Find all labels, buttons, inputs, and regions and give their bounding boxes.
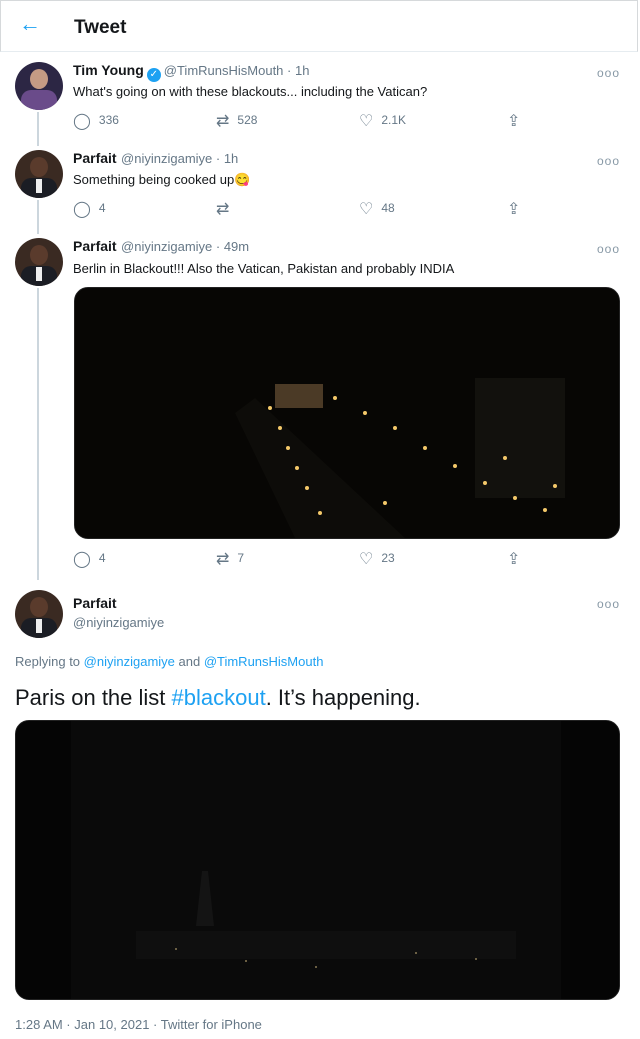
tweet-author: Parfait @niyinzigamiye · 1h [73, 150, 238, 168]
more-options-icon[interactable]: ooo [597, 154, 620, 168]
retweet-icon: ⇄ [216, 551, 230, 568]
replying-prefix: Replying to [15, 654, 84, 669]
tweet-timestamp[interactable]: 1:28 AM · Jan 10, 2021 · Twitter for iPh… [15, 1017, 262, 1032]
avatar[interactable] [15, 590, 63, 638]
photo-content [16, 721, 619, 999]
author-handle[interactable]: @TimRunsHisMouth · 1h [164, 63, 310, 78]
reply-button[interactable]: ◯ 4 [73, 199, 106, 219]
author-name[interactable]: Parfait [73, 150, 117, 166]
retweet-count: 528 [237, 113, 258, 127]
tweet-actions: ◯ 4 ⇄ ♡ 48 ⇪ [73, 199, 533, 221]
tweet-text: What's going on with these blackouts... … [73, 84, 428, 99]
reply-link-timrunshismouth[interactable]: @TimRunsHisMouth [204, 654, 324, 669]
reply-count: 336 [98, 113, 119, 127]
like-button[interactable]: ♡ 48 [359, 199, 395, 219]
like-count: 2.1K [381, 113, 407, 127]
like-button[interactable]: ♡ 2.1K [359, 111, 406, 131]
avatar[interactable] [15, 150, 63, 198]
page-title: Tweet [74, 17, 127, 38]
reply-button[interactable]: ◯ 4 [73, 549, 106, 569]
author-handle[interactable]: @niyinzigamiye [73, 615, 164, 630]
main-author: Parfait @niyinzigamiye [73, 595, 164, 630]
share-button[interactable]: ⇪ [507, 111, 528, 131]
reply-link-user[interactable]: @niyinzigamiye [84, 654, 175, 669]
reply-count: 4 [98, 201, 106, 215]
tweet-actions: ◯ 4 ⇄ 7 ♡ 23 ⇪ [73, 549, 533, 571]
retweet-count: 7 [237, 551, 245, 565]
top-bar: ← Tweet [0, 0, 638, 52]
reply-icon: ◯ [73, 201, 91, 218]
author-handle[interactable]: @niyinzigamiye · 1h [121, 151, 238, 166]
tweet-text: Berlin in Blackout!!! Also the Vatican, … [73, 261, 455, 276]
more-options-icon[interactable]: ooo [597, 242, 620, 256]
author-name[interactable]: Parfait [73, 238, 117, 254]
main-tweet-text: Paris on the list #blackout. It’s happen… [15, 685, 421, 711]
heart-icon: ♡ [359, 113, 374, 130]
more-options-icon[interactable]: ooo [597, 597, 620, 611]
author-name[interactable]: Parfait [73, 595, 164, 611]
author-name[interactable]: Tim Young [73, 62, 144, 78]
retweet-icon: ⇄ [216, 201, 230, 218]
like-count: 48 [381, 201, 395, 215]
avatar[interactable] [15, 238, 63, 286]
replying-and: and [174, 654, 204, 669]
reply-icon: ◯ [73, 113, 91, 130]
retweet-icon: ⇄ [216, 113, 230, 130]
share-icon: ⇪ [507, 113, 521, 130]
retweet-button[interactable]: ⇄ 7 [216, 549, 244, 569]
more-options-icon[interactable]: ooo [597, 66, 620, 80]
thread-line [37, 288, 39, 580]
retweet-button[interactable]: ⇄ 528 [216, 111, 257, 131]
text-after: . It’s happening. [265, 685, 421, 710]
share-button[interactable]: ⇪ [507, 199, 528, 219]
author-handle[interactable]: @niyinzigamiye · 49m [121, 239, 249, 254]
reply-icon: ◯ [73, 551, 91, 568]
retweet-button[interactable]: ⇄ [216, 199, 237, 219]
tweet-author: Tim Young ✓ @TimRunsHisMouth · 1h [73, 62, 309, 82]
heart-icon: ♡ [359, 201, 374, 218]
hashtag-blackout[interactable]: #blackout [172, 685, 266, 710]
photo-content [75, 288, 619, 538]
share-button[interactable]: ⇪ [507, 549, 528, 569]
back-arrow-icon[interactable]: ← [19, 11, 41, 37]
avatar[interactable] [15, 62, 63, 110]
verified-badge-icon: ✓ [146, 68, 161, 82]
tweet-actions: ◯ 336 ⇄ 528 ♡ 2.1K ⇪ [73, 111, 533, 133]
like-button[interactable]: ♡ 23 [359, 549, 395, 569]
text-before: Paris on the list [15, 685, 172, 710]
thread-line [37, 112, 39, 146]
replying-to: Replying to @niyinzigamiye and @TimRunsH… [15, 654, 323, 669]
like-count: 23 [381, 551, 395, 565]
berlin-night-photo[interactable] [74, 287, 620, 539]
thread-line [37, 200, 39, 234]
share-icon: ⇪ [507, 551, 521, 568]
paris-night-photo[interactable] [15, 720, 620, 1000]
tweet-text: Something being cooked up😋 [73, 172, 251, 187]
heart-icon: ♡ [359, 551, 374, 568]
reply-button[interactable]: ◯ 336 [73, 111, 119, 131]
tweet-author: Parfait @niyinzigamiye · 49m [73, 238, 249, 256]
share-icon: ⇪ [507, 201, 521, 218]
reply-count: 4 [98, 551, 106, 565]
